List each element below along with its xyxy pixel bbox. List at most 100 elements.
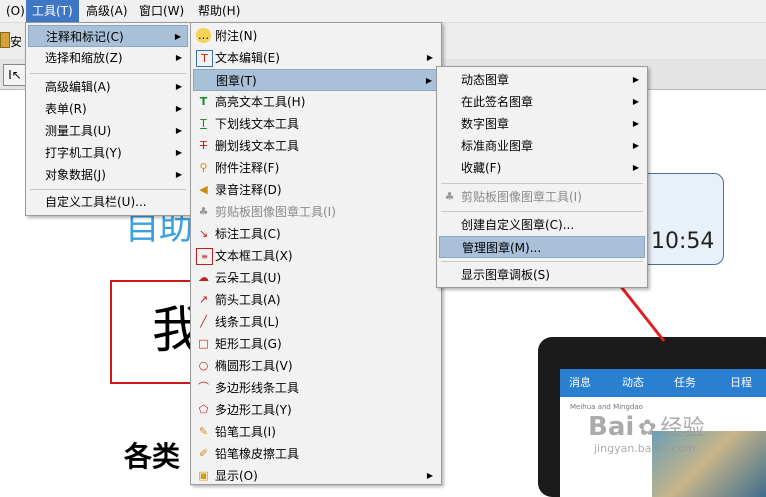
menu3-clipboard-stamp-label: 剪贴板图像图章工具(I) bbox=[461, 190, 582, 204]
menu3-create-custom-label: 创建自定义图章(C)... bbox=[461, 218, 575, 232]
strikeout-icon: T bbox=[200, 139, 207, 152]
menu-advanced[interactable]: 高级(A) bbox=[80, 0, 134, 22]
menu2-show[interactable]: ▣ 显示(O) ▶ bbox=[193, 465, 439, 487]
tablet-tab-tasks: 任务 bbox=[674, 376, 696, 389]
menu2-cloud[interactable]: ☁ 云朵工具(U) bbox=[193, 267, 439, 289]
menu2-ellipse-label: 椭圆形工具(V) bbox=[215, 359, 293, 373]
submenu-arrow-icon: ▶ bbox=[632, 119, 639, 128]
menu2-clipboard-stamp-label: 剪贴板图像图章工具(I) bbox=[215, 205, 336, 219]
tablet-tab-feed: 动态 bbox=[622, 376, 644, 389]
menu1-object-data-label: 对象数据(J) bbox=[45, 168, 106, 182]
menu2-polyline[interactable]: ⌒ 多边形线条工具 bbox=[193, 377, 439, 399]
rectangle-icon: □ bbox=[198, 337, 209, 350]
menu1-separator bbox=[30, 73, 186, 74]
menu3-dynamic-stamps-label: 动态图章 bbox=[461, 73, 510, 87]
menu2-highlight-label: 高亮文本工具(H) bbox=[215, 95, 306, 109]
submenu-arrow-icon: ▶ bbox=[175, 148, 182, 157]
menu2-note[interactable]: … 附注(N) bbox=[193, 25, 439, 47]
submenu-arrow-icon: ▶ bbox=[174, 32, 181, 41]
menu2-callout-label: 标注工具(C) bbox=[215, 227, 281, 241]
menu3-digital-stamps-label: 数字图章 bbox=[461, 117, 510, 131]
menu2-show-label: 显示(O) bbox=[215, 469, 258, 483]
menu2-callout[interactable]: ↘ 标注工具(C) bbox=[193, 223, 439, 245]
menu2-pencil[interactable]: ✎ 铅笔工具(I) bbox=[193, 421, 439, 443]
lock-icon[interactable] bbox=[0, 32, 10, 48]
sound-icon: ◀ bbox=[199, 183, 208, 196]
watermark-url: jingyan.baidu.com bbox=[594, 442, 696, 455]
menu2-textbox[interactable]: ≡ 文本框工具(X) bbox=[193, 245, 439, 267]
stamp-menu: 动态图章 ▶ 在此签名图章 ▶ 数字图章 ▶ 标准商业图章 ▶ 收藏(F) ▶ ♣ 剪贴板图… bbox=[436, 66, 648, 288]
toolbar-partial-label[interactable]: 安 bbox=[10, 33, 22, 50]
menu1-annotations[interactable]: 注释和标记(C) ▶ bbox=[28, 25, 188, 47]
submenu-arrow-icon: ▶ bbox=[425, 76, 432, 85]
menu2-underline[interactable]: T 下划线文本工具 bbox=[193, 113, 439, 135]
menu2-eraser[interactable]: ✐ 铅笔橡皮擦工具 bbox=[193, 443, 439, 465]
callout-icon: ↘ bbox=[198, 227, 209, 240]
menu2-strikeout-label: 删划线文本工具 bbox=[215, 139, 300, 153]
menu2-cloud-label: 云朵工具(U) bbox=[215, 271, 282, 285]
menu2-line-tool[interactable]: ╱ 线条工具(L) bbox=[193, 311, 439, 333]
menu2-polyline-label: 多边形线条工具 bbox=[215, 381, 300, 395]
submenu-arrow-icon: ▶ bbox=[175, 53, 182, 62]
menu3-dynamic-stamps[interactable]: 动态图章 ▶ bbox=[439, 69, 645, 91]
menu1-typewriter-label: 打字机工具(Y) bbox=[45, 146, 122, 160]
watermark-main: Bai bbox=[588, 412, 635, 442]
menu2-strikeout[interactable]: T 删划线文本工具 bbox=[193, 135, 439, 157]
menu-bar: (O) 工具(T) 高级(A) 窗口(W) 帮助(H) bbox=[0, 0, 766, 23]
polyline-icon: ⌒ bbox=[198, 381, 209, 394]
menu3-clipboard-stamp[interactable]: ♣ 剪贴板图像图章工具(I) bbox=[439, 186, 645, 208]
menu3-standard-business[interactable]: 标准商业图章 ▶ bbox=[439, 135, 645, 157]
menu3-show-palette[interactable]: 显示图章调板(S) bbox=[439, 264, 645, 286]
menu1-object-data[interactable]: 对象数据(J) ▶ bbox=[28, 164, 188, 186]
menu-window[interactable]: 窗口(W) bbox=[133, 0, 190, 22]
highlight-icon: T bbox=[199, 95, 208, 108]
menu1-forms[interactable]: 表单(R) ▶ bbox=[28, 98, 188, 120]
menu3-digital-stamps[interactable]: 数字图章 ▶ bbox=[439, 113, 645, 135]
menu1-customize-toolbar[interactable]: 自定义工具栏(U)... bbox=[28, 191, 188, 213]
ellipse-icon: ○ bbox=[198, 359, 209, 372]
menu1-typewriter[interactable]: 打字机工具(Y) ▶ bbox=[28, 142, 188, 164]
menu2-sound-label: 录音注释(D) bbox=[215, 183, 282, 197]
menu3-favorites[interactable]: 收藏(F) ▶ bbox=[439, 157, 645, 179]
menu2-stamp[interactable]: 图章(T) ▶ bbox=[193, 69, 439, 91]
menu1-measure[interactable]: 测量工具(U) ▶ bbox=[28, 120, 188, 142]
show-icon: ▣ bbox=[198, 469, 209, 482]
menu2-rectangle-label: 矩形工具(G) bbox=[215, 337, 282, 351]
menu2-attachment[interactable]: ⚲ 附件注释(F) bbox=[193, 157, 439, 179]
menu2-polygon[interactable]: ⬠ 多边形工具(Y) bbox=[193, 399, 439, 421]
menu2-highlight[interactable]: T 高亮文本工具(H) bbox=[193, 91, 439, 113]
menu2-text-edit-label: 文本编辑(E) bbox=[215, 51, 280, 65]
menu3-manage-stamps[interactable]: 管理图章(M)... bbox=[439, 236, 645, 258]
menu-help[interactable]: 帮助(H) bbox=[192, 0, 246, 22]
menu1-advanced-edit[interactable]: 高级编辑(A) ▶ bbox=[28, 76, 188, 98]
menu2-arrow-tool[interactable]: ↗ 箭头工具(A) bbox=[193, 289, 439, 311]
menu2-stamp-label: 图章(T) bbox=[216, 74, 257, 88]
submenu-arrow-icon: ▶ bbox=[632, 141, 639, 150]
watermark: Bai ✿ 经验 jingyan.baidu.com bbox=[588, 410, 704, 455]
text-cursor-icon[interactable]: I↖ bbox=[3, 64, 27, 86]
text-edit-icon: T bbox=[196, 50, 213, 67]
menu1-customize-toolbar-label: 自定义工具栏(U)... bbox=[45, 195, 147, 209]
watermark-paw-icon: ✿ bbox=[638, 416, 657, 441]
menu2-rectangle[interactable]: □ 矩形工具(G) bbox=[193, 333, 439, 355]
submenu-arrow-icon: ▶ bbox=[632, 75, 639, 84]
menu2-arrow-tool-label: 箭头工具(A) bbox=[215, 293, 281, 307]
attachment-icon: ⚲ bbox=[199, 161, 208, 174]
submenu-arrow-icon: ▶ bbox=[175, 126, 182, 135]
clipboard-stamp-icon: ♣ bbox=[198, 205, 209, 218]
menu-tools[interactable]: 工具(T) bbox=[26, 0, 79, 22]
tablet-tab-calendar: 日程 bbox=[730, 376, 752, 389]
menu2-sound[interactable]: ◀ 录音注释(D) bbox=[193, 179, 439, 201]
menu1-select-zoom-label: 选择和缩放(Z) bbox=[45, 51, 123, 65]
menu1-select-zoom[interactable]: 选择和缩放(Z) ▶ bbox=[28, 47, 188, 69]
menu2-clipboard-stamp[interactable]: ♣ 剪贴板图像图章工具(I) bbox=[193, 201, 439, 223]
menu2-textbox-label: 文本框工具(X) bbox=[215, 249, 293, 263]
menu3-sign-here[interactable]: 在此签名图章 ▶ bbox=[439, 91, 645, 113]
menu2-ellipse[interactable]: ○ 椭圆形工具(V) bbox=[193, 355, 439, 377]
menu3-create-custom[interactable]: 创建自定义图章(C)... bbox=[439, 214, 645, 236]
menu2-eraser-label: 铅笔橡皮擦工具 bbox=[215, 447, 300, 461]
menu2-text-edit[interactable]: T 文本编辑(E) ▶ bbox=[193, 47, 439, 69]
watermark-cn: 经验 bbox=[660, 416, 705, 441]
menu1-separator bbox=[30, 189, 186, 190]
menu2-note-label: 附注(N) bbox=[215, 29, 258, 43]
